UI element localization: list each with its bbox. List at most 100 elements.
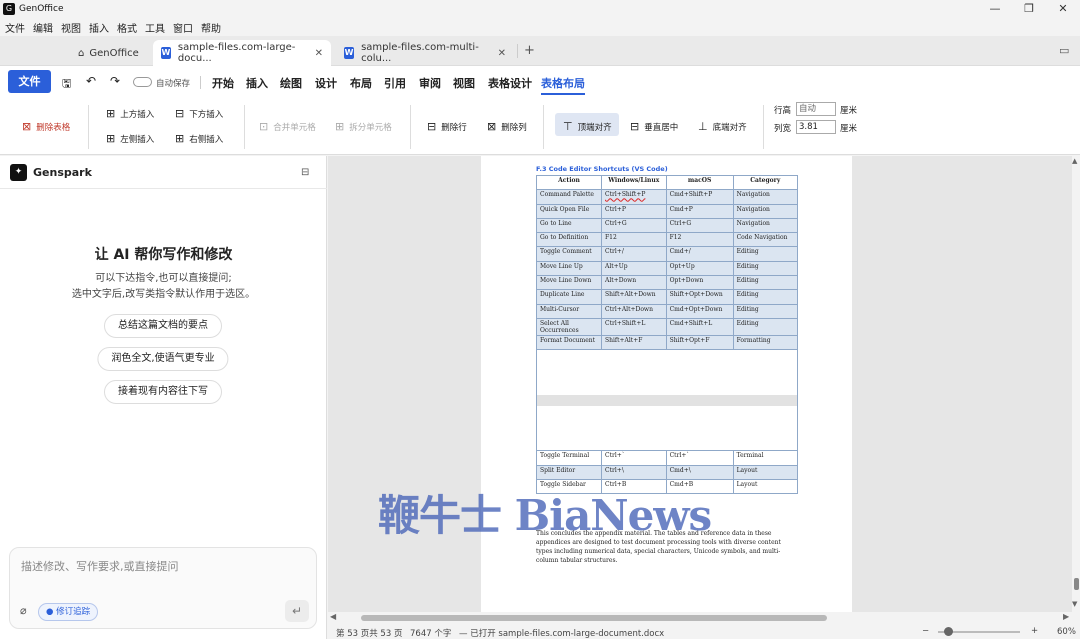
table-cell[interactable]: F12 bbox=[665, 232, 734, 248]
align-top-button[interactable]: ⊤ 顶端对齐 bbox=[563, 120, 612, 133]
suggestion-continue[interactable]: 接着现有内容往下写 bbox=[104, 380, 222, 404]
table-cell[interactable]: Alt+Up bbox=[601, 260, 667, 277]
table-cell[interactable]: Navigation bbox=[732, 217, 799, 234]
tab-table-design[interactable]: 表格设计 bbox=[488, 75, 532, 91]
table-row[interactable]: Command Palette Ctrl+Shift+P Cmd+Shift+P Na… bbox=[536, 189, 799, 205]
table-cell[interactable]: Ctrl+Shift+P bbox=[601, 189, 667, 205]
tab-insert[interactable]: 插入 bbox=[246, 75, 268, 91]
table-row[interactable]: Multi-Cursor Ctrl+Alt+Down Cmd+Opt+Down Edi… bbox=[536, 303, 799, 319]
table-cell[interactable]: Navigation bbox=[732, 203, 799, 219]
redo-icon[interactable]: ↷ bbox=[110, 74, 120, 88]
scroll-right-icon[interactable]: ▶ bbox=[1063, 612, 1069, 621]
new-tab-icon[interactable]: + bbox=[524, 43, 535, 58]
scroll-left-icon[interactable]: ◀ bbox=[330, 612, 336, 621]
table-row[interactable]: Duplicate Line Shift+Alt+Down Shift+Opt+Do… bbox=[536, 289, 799, 305]
header-action[interactable]: Action bbox=[536, 174, 602, 191]
menu-window[interactable]: 窗口 bbox=[173, 20, 193, 35]
undo-icon[interactable]: ↶ bbox=[86, 74, 96, 88]
menu-file[interactable]: 文件 bbox=[5, 20, 25, 35]
table-cell[interactable]: Shift+Alt+Down bbox=[601, 289, 667, 305]
split-cells-button[interactable]: ⊞ 拆分单元格 bbox=[335, 120, 392, 133]
delete-table-button[interactable]: ⊠ 删除表格 bbox=[22, 120, 70, 133]
menu-insert[interactable]: 插入 bbox=[89, 20, 109, 35]
table-cell[interactable]: Cmd+\ bbox=[665, 464, 734, 480]
table-cell[interactable]: Cmd+Opt+Down bbox=[665, 303, 734, 319]
table-cell[interactable]: Alt+Down bbox=[601, 275, 667, 291]
table-cell[interactable]: Ctrl+Shift+L bbox=[601, 317, 667, 336]
tab-large-document[interactable]: W sample-files.com-large-docu... ✕ bbox=[153, 40, 331, 66]
table-cell[interactable]: Shift+Opt+F bbox=[665, 334, 734, 351]
suggestion-polish[interactable]: 润色全文,使语气更专业 bbox=[97, 347, 229, 371]
table-cell[interactable]: Quick Open File bbox=[536, 203, 602, 219]
table-cell[interactable]: Layout bbox=[732, 464, 799, 480]
tab-multi-column[interactable]: W sample-files.com-multi-colu... ✕ bbox=[336, 40, 514, 66]
menu-format[interactable]: 格式 bbox=[117, 20, 137, 35]
shortcuts-table[interactable]: Action Windows/Linux macOS Category Comm… bbox=[536, 174, 799, 495]
vertical-scrollbar[interactable]: ▲ ▼ bbox=[1072, 156, 1080, 612]
table-cell[interactable]: Code Navigation bbox=[732, 232, 799, 248]
table-cell[interactable]: Opt+Down bbox=[665, 275, 734, 291]
delete-column-button[interactable]: ⊠ 删除列 bbox=[487, 120, 527, 133]
column-width-input[interactable]: 3.81 bbox=[796, 120, 836, 134]
merge-cells-button[interactable]: ⊡ 合并单元格 bbox=[259, 120, 316, 133]
header-macos[interactable]: macOS bbox=[665, 174, 734, 191]
table-row-empty[interactable] bbox=[536, 405, 798, 452]
close-window-button[interactable]: ✕ bbox=[1046, 0, 1080, 18]
table-cell[interactable]: Ctrl+G bbox=[665, 217, 734, 234]
table-cell[interactable]: Ctrl+` bbox=[665, 450, 734, 466]
table-row[interactable]: Format Document Shift+Alt+F Shift+Opt+F For… bbox=[536, 334, 799, 351]
menu-help[interactable]: 帮助 bbox=[201, 20, 221, 35]
zoom-slider-thumb[interactable] bbox=[944, 627, 953, 636]
table-cell[interactable]: Layout bbox=[732, 478, 799, 495]
table-cell[interactable]: Ctrl+/ bbox=[601, 246, 667, 262]
tab-view[interactable]: 视图 bbox=[453, 75, 475, 91]
table-row[interactable]: Select All Occurrences Ctrl+Shift+L Cmd+Sh… bbox=[536, 317, 799, 336]
restore-button[interactable]: ❐ bbox=[1012, 0, 1046, 18]
table-row-empty[interactable] bbox=[536, 394, 798, 406]
autosave-toggle[interactable] bbox=[133, 77, 152, 87]
chat-input-placeholder[interactable]: 描述修改、写作要求,或直接提问 bbox=[21, 558, 179, 574]
send-button[interactable]: ↵ bbox=[285, 600, 309, 622]
table-cell[interactable]: Toggle Terminal bbox=[536, 450, 602, 466]
table-cell[interactable]: Editing bbox=[732, 317, 799, 336]
header-windows[interactable]: Windows/Linux bbox=[601, 174, 667, 191]
tab-close-icon[interactable]: ✕ bbox=[315, 48, 323, 59]
table-cell[interactable]: Toggle Comment bbox=[536, 246, 602, 262]
table-cell[interactable]: Terminal bbox=[732, 450, 799, 466]
suggestion-summarize[interactable]: 总结这篇文档的要点 bbox=[104, 314, 222, 338]
table-cell[interactable]: Command Palette bbox=[536, 189, 602, 205]
header-category[interactable]: Category bbox=[732, 174, 799, 191]
insert-above-button[interactable]: ⊞ 上方插入 bbox=[106, 107, 154, 120]
track-changes-chip[interactable]: ● 修订追踪 bbox=[38, 603, 99, 621]
table-cell[interactable]: Formatting bbox=[732, 334, 799, 351]
horizontal-scroll-thumb[interactable] bbox=[361, 615, 827, 621]
tab-design[interactable]: 设计 bbox=[315, 75, 337, 91]
table-cell[interactable]: Format Document bbox=[536, 334, 602, 351]
menu-tools[interactable]: 工具 bbox=[145, 20, 165, 35]
table-row[interactable]: Go to Line Ctrl+G Ctrl+G Navigation bbox=[536, 217, 799, 234]
table-cell[interactable]: Select All Occurrences bbox=[536, 317, 602, 336]
table-cell[interactable]: Multi-Cursor bbox=[536, 303, 602, 319]
table-cell[interactable]: Go to Definition bbox=[536, 232, 602, 248]
table-cell[interactable]: Ctrl+Alt+Down bbox=[601, 303, 667, 319]
row-height-input[interactable]: 自动 bbox=[796, 102, 836, 116]
tab-start[interactable]: 开始 bbox=[212, 75, 234, 91]
table-cell[interactable]: Move Line Up bbox=[536, 260, 602, 277]
table-cell[interactable]: Editing bbox=[732, 275, 799, 291]
document-page[interactable]: F.3 Code Editor Shortcuts (VS Code) Acti… bbox=[481, 156, 852, 612]
scroll-up-icon[interactable]: ▲ bbox=[1072, 157, 1077, 165]
table-row[interactable]: Toggle Terminal Ctrl+` Ctrl+` Terminal bbox=[536, 450, 799, 466]
table-cell[interactable]: Go to Line bbox=[536, 217, 602, 234]
table-cell[interactable]: Opt+Up bbox=[665, 260, 734, 277]
align-middle-button[interactable]: ⊟ 垂直居中 bbox=[630, 120, 678, 133]
insert-right-button[interactable]: ⊞ 右侧插入 bbox=[175, 132, 223, 145]
table-row[interactable]: Toggle Comment Ctrl+/Cmd+/Editing bbox=[536, 246, 799, 262]
table-cell[interactable]: Duplicate Line bbox=[536, 289, 602, 305]
tab-table-layout[interactable]: 表格布局 bbox=[541, 75, 585, 95]
chat-input-box[interactable]: 描述修改、写作要求,或直接提问 ⌀ ● 修订追踪 ↵ bbox=[9, 547, 317, 629]
empty-cell[interactable] bbox=[536, 349, 798, 395]
align-bottom-button[interactable]: ⊥ 底端对齐 bbox=[698, 120, 747, 133]
empty-cell[interactable] bbox=[536, 394, 798, 406]
table-cell[interactable]: F12 bbox=[601, 232, 667, 248]
menu-edit[interactable]: 编辑 bbox=[33, 20, 53, 35]
